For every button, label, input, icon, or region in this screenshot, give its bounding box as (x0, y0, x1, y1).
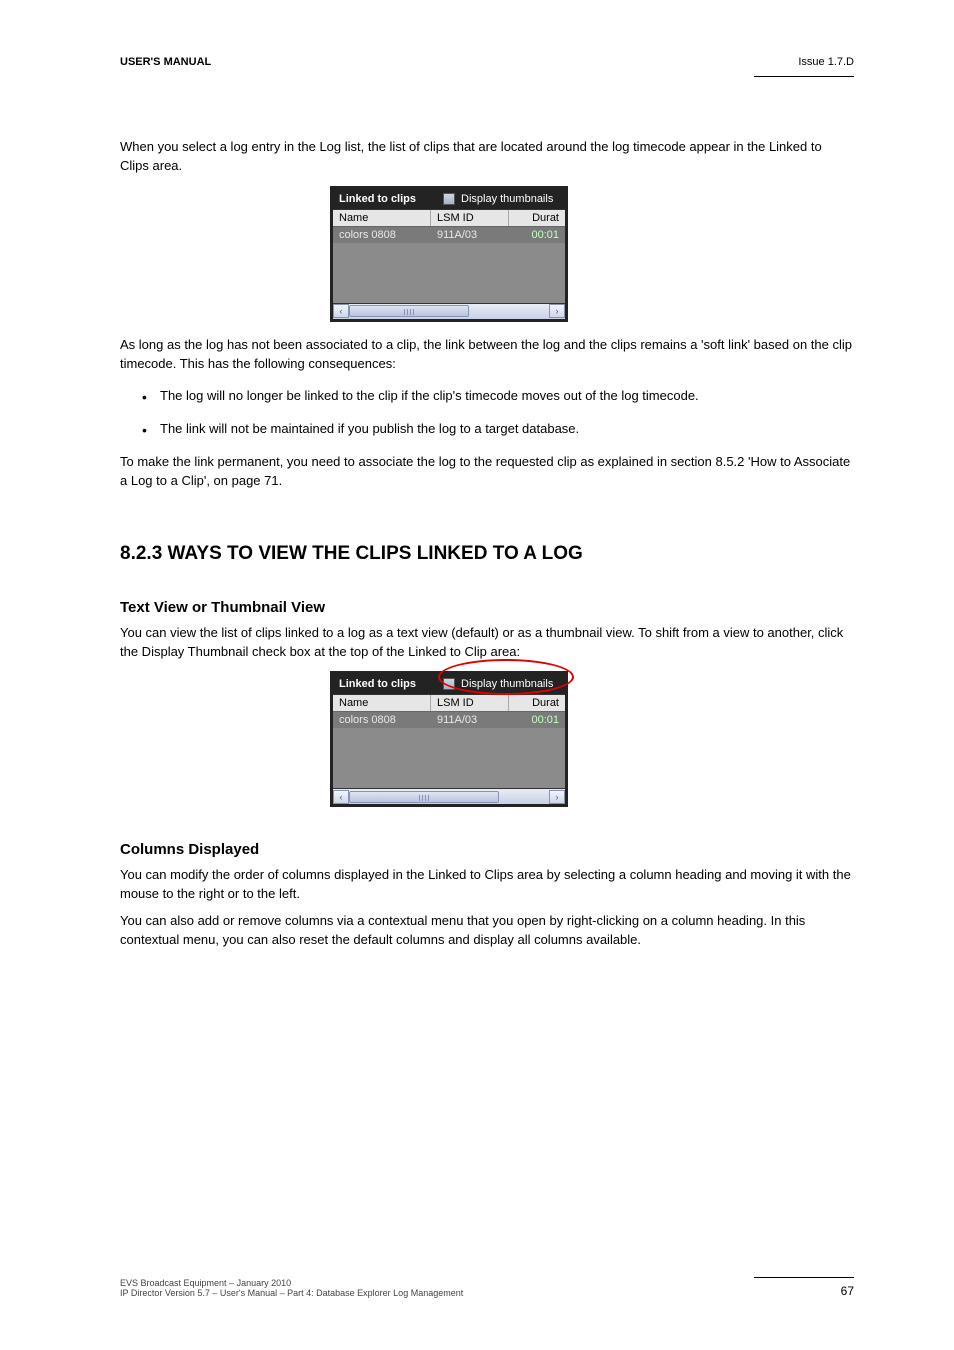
bullet-list: The log will no longer be linked to the … (120, 387, 854, 439)
col-name[interactable]: Name (333, 210, 431, 226)
header-issue: Issue 1.7.D (798, 56, 854, 68)
scroll-right-button[interactable]: › (549, 790, 565, 804)
header-rule (754, 76, 854, 77)
figure-linked-to-clips-2: Linked to clips Display thumbnails Name … (330, 671, 854, 807)
linked-to-clips-widget: Linked to clips Display thumbnails Name … (330, 186, 568, 322)
bullet-item-2: The link will not be maintained if you p… (120, 420, 854, 439)
paragraph-columns-1: You can modify the order of columns disp… (120, 866, 854, 904)
chevron-right-icon: › (556, 792, 559, 802)
column-headers: Name LSM ID Durat (333, 694, 565, 712)
scroll-thumb[interactable] (349, 305, 469, 317)
cell-lsm: 911A/03 (431, 712, 509, 728)
paragraph-text-or-thumbnail: You can view the list of clips linked to… (120, 624, 854, 662)
horizontal-scrollbar[interactable]: ‹ › (333, 303, 565, 319)
chevron-left-icon: ‹ (340, 792, 343, 802)
widget-title: Linked to clips (333, 193, 443, 205)
figure-linked-to-clips-1: Linked to clips Display thumbnails Name … (330, 186, 854, 322)
column-headers: Name LSM ID Durat (333, 209, 565, 227)
col-duration[interactable]: Durat (509, 210, 565, 226)
scroll-track[interactable] (349, 304, 549, 318)
cell-lsm: 911A/03 (431, 227, 509, 243)
chevron-left-icon: ‹ (340, 306, 343, 316)
col-duration[interactable]: Durat (509, 695, 565, 711)
intro-paragraph: When you select a log entry in the Log l… (120, 138, 854, 176)
display-thumbnails-checkbox[interactable] (443, 193, 455, 205)
cell-name: colors 0808 (333, 227, 431, 243)
horizontal-scrollbar[interactable]: ‹ › (333, 788, 565, 804)
paragraph-softlink: As long as the log has not been associat… (120, 336, 854, 374)
rows-area: colors 0808 911A/03 00:01 (333, 227, 565, 303)
scroll-thumb[interactable] (349, 791, 499, 803)
linked-to-clips-widget-2: Linked to clips Display thumbnails Name … (330, 671, 568, 807)
col-lsm-id[interactable]: LSM ID (431, 695, 509, 711)
footer-page-number: 67 (841, 1284, 854, 1298)
scroll-track[interactable] (349, 790, 549, 804)
header-user-manual: USER'S MANUAL (120, 56, 211, 68)
heading-columns-displayed: Columns Displayed (120, 841, 854, 858)
cell-name: colors 0808 (333, 712, 431, 728)
scroll-left-button[interactable]: ‹ (333, 790, 349, 804)
display-thumbnails-checkbox[interactable] (443, 678, 455, 690)
scroll-left-button[interactable]: ‹ (333, 304, 349, 318)
page: USER'S MANUAL Issue 1.7.D When you selec… (0, 0, 954, 1350)
cell-dur: 00:01 (509, 227, 565, 243)
paragraph-permanent-link: To make the link permanent, you need to … (120, 453, 854, 491)
footer-left-line2: IP Director Version 5.7 – User's Manual … (120, 1288, 463, 1298)
widget-title: Linked to clips (333, 678, 443, 690)
col-name[interactable]: Name (333, 695, 431, 711)
paragraph-columns-2: You can also add or remove columns via a… (120, 912, 854, 950)
footer-rule (754, 1277, 854, 1278)
clip-row[interactable]: colors 0808 911A/03 00:01 (333, 227, 565, 243)
footer-left-line1: EVS Broadcast Equipment – January 2010 (120, 1278, 463, 1288)
display-thumbnails-label: Display thumbnails (461, 678, 553, 690)
heading-text-or-thumbnail: Text View or Thumbnail View (120, 599, 854, 616)
footer-left: EVS Broadcast Equipment – January 2010 I… (120, 1278, 463, 1298)
display-thumbnails-label: Display thumbnails (461, 193, 553, 205)
chevron-right-icon: › (556, 306, 559, 316)
rows-area: colors 0808 911A/03 00:01 (333, 712, 565, 788)
col-lsm-id[interactable]: LSM ID (431, 210, 509, 226)
clip-row[interactable]: colors 0808 911A/03 00:01 (333, 712, 565, 728)
bullet-item-1: The log will no longer be linked to the … (120, 387, 854, 406)
scroll-right-button[interactable]: › (549, 304, 565, 318)
heading-ways-to-view: 8.2.3 WAYS TO VIEW THE CLIPS LINKED TO A… (120, 543, 854, 565)
cell-dur: 00:01 (509, 712, 565, 728)
